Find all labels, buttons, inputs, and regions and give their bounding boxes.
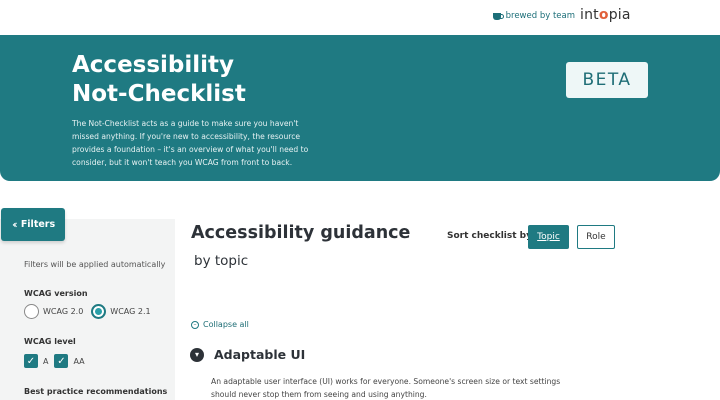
brewed-by: brewed by team (492, 11, 575, 21)
filters-button[interactable]: ‹‹ Filters (1, 208, 65, 241)
coffee-cup-icon (492, 12, 504, 20)
wcag-level-options: ✓ A ✓ AA (24, 354, 85, 368)
radio-label-wcag-20: WCAG 2.0 (43, 307, 84, 316)
beta-badge: BETA (566, 62, 648, 98)
radio-label-wcag-21: WCAG 2.1 (110, 307, 151, 316)
checkbox-label-a: A (43, 356, 49, 366)
intopia-logo[interactable]: intopia (580, 7, 631, 23)
guidance-title: Accessibility guidance (191, 223, 411, 243)
radio-wcag-20[interactable] (24, 304, 39, 319)
section-description: An adaptable user interface (UI) works f… (211, 377, 561, 399)
sort-topic-button[interactable]: Topic (528, 225, 569, 249)
chevron-down-icon: ▾ (190, 347, 204, 362)
sort-role-button[interactable]: Role (577, 225, 615, 249)
brewed-by-text: brewed by team (505, 11, 575, 21)
filters-auto-note: Filters will be applied automatically (24, 260, 166, 269)
radio-wcag-21[interactable] (91, 304, 107, 319)
wcag-version-label: WCAG version (24, 289, 88, 298)
wcag-version-options: WCAG 2.0 WCAG 2.1 (24, 304, 151, 319)
wcag-level-label: WCAG level (24, 337, 76, 346)
best-practice-label: Best practice recommendations (24, 387, 168, 396)
checkbox-label-aa: AA (73, 356, 85, 366)
checkbox-level-aa[interactable]: ✓ (54, 354, 69, 368)
collapse-all-label: Collapse all (203, 320, 249, 329)
double-chevron-left-icon: ‹‹ (12, 218, 18, 231)
hero-banner: Accessibility Not-Checklist The Not-Chec… (0, 35, 720, 181)
collapse-all-button[interactable]: – Collapse all (191, 320, 249, 329)
guidance-subtitle: by topic (194, 253, 249, 269)
page-title: Accessibility Not-Checklist (72, 52, 246, 107)
section-adaptable-ui-header[interactable]: ▾ Adaptable UI (190, 347, 305, 362)
top-bar: brewed by team intopia (0, 0, 720, 35)
minus-circle-icon: – (191, 320, 199, 329)
section-title: Adaptable UI (214, 347, 306, 362)
checkbox-level-a[interactable]: ✓ (24, 354, 38, 368)
hero-description: The Not-Checklist acts as a guide to mak… (72, 119, 309, 167)
sort-label: Sort checklist by (447, 231, 532, 241)
